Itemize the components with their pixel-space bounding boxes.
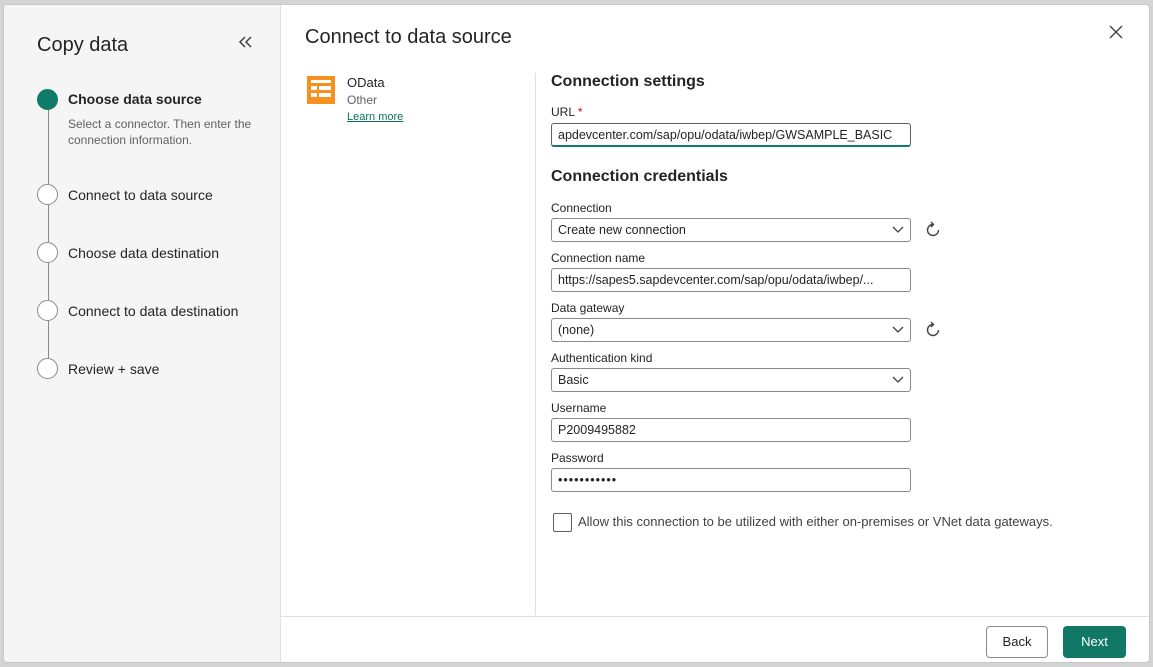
- password-label: Password: [551, 451, 604, 465]
- authentication-kind-label: Authentication kind: [551, 351, 653, 365]
- learn-more-link[interactable]: Learn more: [347, 111, 403, 123]
- connection-name-input[interactable]: https://sapes5.sapdevcenter.com/sap/opu/…: [551, 268, 911, 292]
- username-label: Username: [551, 401, 607, 415]
- data-gateway-dropdown[interactable]: (none): [551, 318, 911, 342]
- connector-category: Other: [347, 93, 378, 107]
- password-input[interactable]: •••••••••••: [551, 468, 911, 492]
- step-connector-line: [48, 321, 49, 358]
- data-gateway-label: Data gateway: [551, 301, 625, 315]
- refresh-icon[interactable]: [923, 220, 943, 240]
- gateway-checkbox-label: Allow this connection to be utilized wit…: [578, 514, 1053, 529]
- step-indicator: [37, 242, 58, 263]
- main-content: Connect to data source OData Other Learn…: [281, 5, 1149, 662]
- footer-divider: [281, 616, 1149, 617]
- connection-label: Connection: [551, 201, 612, 215]
- url-label-text: URL: [551, 105, 575, 119]
- wizard-sidebar: Copy data Choose data source Select a co…: [4, 5, 281, 662]
- step-indicator-active: [37, 89, 58, 110]
- step-connector-line: [48, 110, 49, 184]
- refresh-icon[interactable]: [923, 320, 943, 340]
- double-chevron-left-icon[interactable]: [234, 31, 256, 53]
- username-input[interactable]: P2009495882: [551, 418, 911, 442]
- url-input[interactable]: apdevcenter.com/sap/opu/odata/iwbep/GWSA…: [551, 123, 911, 147]
- page-title: Connect to data source: [305, 26, 512, 48]
- step-label: Review + save: [68, 361, 160, 377]
- authentication-kind-dropdown[interactable]: Basic: [551, 368, 911, 392]
- step-indicator: [37, 184, 58, 205]
- step-description: Select a connector. Then enter the conne…: [68, 117, 252, 147]
- gateway-checkbox[interactable]: [553, 513, 572, 532]
- authentication-kind-dropdown-value: Basic: [558, 373, 589, 387]
- step-label: Choose data destination: [68, 245, 219, 261]
- connection-settings-title: Connection settings: [551, 73, 705, 90]
- step-indicator: [37, 358, 58, 379]
- step-label: Connect to data destination: [68, 303, 239, 319]
- back-button[interactable]: Back: [986, 626, 1048, 658]
- required-marker: *: [577, 105, 583, 119]
- chevron-down-icon: [892, 376, 904, 383]
- close-icon[interactable]: [1107, 23, 1125, 41]
- step-label: Choose data source: [68, 91, 202, 107]
- step-connector-line: [48, 263, 49, 300]
- chevron-down-icon: [892, 226, 904, 233]
- connection-credentials-title: Connection credentials: [551, 168, 728, 185]
- connector-name: OData: [347, 75, 385, 90]
- url-label: URL *: [551, 105, 583, 119]
- vertical-divider: [535, 73, 536, 615]
- data-gateway-dropdown-value: (none): [558, 323, 595, 337]
- connection-dropdown-value: Create new connection: [558, 223, 686, 237]
- connection-dropdown[interactable]: Create new connection: [551, 218, 911, 242]
- next-button[interactable]: Next: [1063, 626, 1126, 658]
- step-connector-line: [48, 205, 49, 242]
- copy-data-dialog: Copy data Choose data source Select a co…: [3, 4, 1150, 663]
- wizard-title: Copy data: [37, 34, 129, 56]
- step-indicator: [37, 300, 58, 321]
- connection-name-label: Connection name: [551, 251, 646, 265]
- odata-icon: [307, 76, 335, 104]
- chevron-down-icon: [892, 326, 904, 333]
- step-label: Connect to data source: [68, 187, 213, 203]
